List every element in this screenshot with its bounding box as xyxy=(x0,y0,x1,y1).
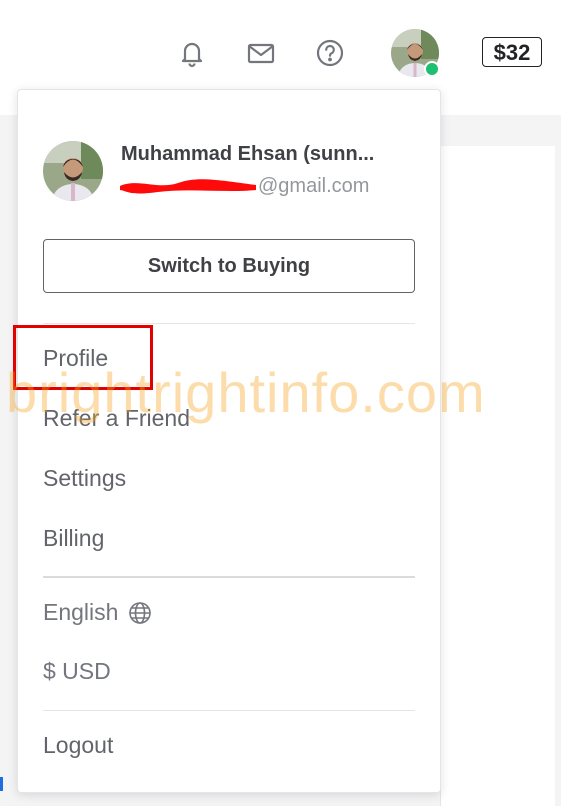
user-menu-dropdown: Muhammad Ehsan (sunn... @gmail.com Switc… xyxy=(13,89,441,793)
bell-icon[interactable] xyxy=(177,38,207,68)
help-icon[interactable] xyxy=(315,38,345,68)
user-email: @gmail.com xyxy=(258,175,370,197)
globe-icon xyxy=(128,601,152,625)
menu-item-settings[interactable]: Settings xyxy=(43,465,126,492)
content-card xyxy=(440,146,555,806)
switch-to-buying-button[interactable]: Switch to Buying xyxy=(43,239,415,293)
page-edge-marker xyxy=(0,777,3,791)
language-selector[interactable]: English xyxy=(43,599,152,626)
envelope-icon[interactable] xyxy=(246,38,276,68)
divider xyxy=(43,323,415,324)
divider xyxy=(43,710,415,711)
balance-badge[interactable]: $32 xyxy=(482,37,542,67)
user-avatar-button[interactable] xyxy=(391,29,440,77)
user-name: Muhammad Ehsan (sunn... xyxy=(121,143,375,165)
menu-item-billing[interactable]: Billing xyxy=(43,525,104,552)
avatar xyxy=(43,141,103,201)
logout-link[interactable]: Logout xyxy=(43,732,113,759)
currency-selector[interactable]: $ USD xyxy=(43,658,111,685)
language-label: English xyxy=(43,599,119,625)
online-status-dot xyxy=(424,61,440,77)
watermark: brightrightinfo.com xyxy=(6,361,486,424)
divider xyxy=(43,576,415,578)
